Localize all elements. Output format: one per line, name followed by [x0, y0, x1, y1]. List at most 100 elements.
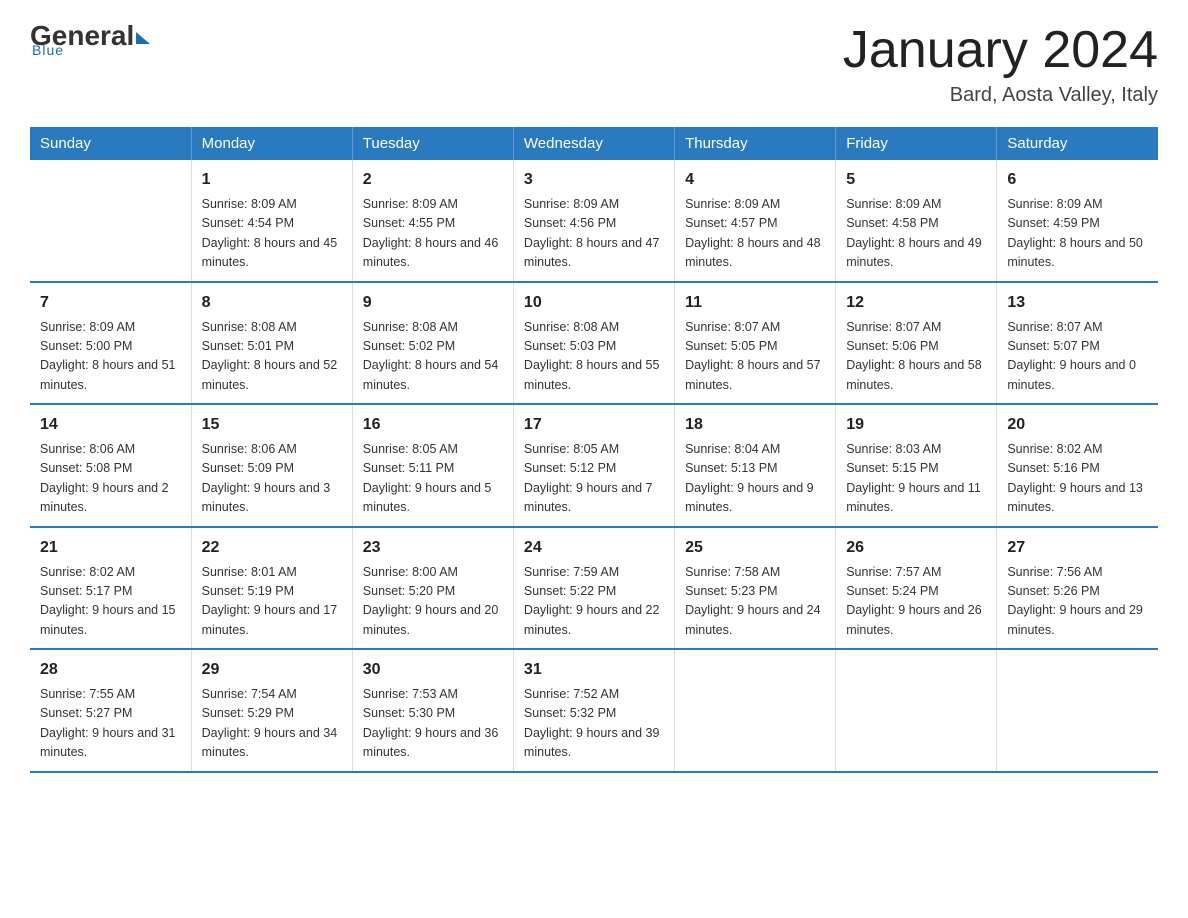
- day-info: Sunrise: 8:07 AMSunset: 5:05 PMDaylight:…: [685, 318, 825, 396]
- daylight-text: Daylight: 8 hours and 54 minutes.: [363, 356, 503, 395]
- day-number: 2: [363, 168, 503, 192]
- sunset-text: Sunset: 5:15 PM: [846, 459, 986, 478]
- sunset-text: Sunset: 5:07 PM: [1007, 337, 1148, 356]
- day-number: 12: [846, 291, 986, 315]
- calendar-header-row: Sunday Monday Tuesday Wednesday Thursday…: [30, 127, 1158, 160]
- day-number: 24: [524, 536, 664, 560]
- day-number: 6: [1007, 168, 1148, 192]
- daylight-text: Daylight: 9 hours and 22 minutes.: [524, 601, 664, 640]
- day-info: Sunrise: 8:02 AMSunset: 5:16 PMDaylight:…: [1007, 440, 1148, 518]
- sunrise-text: Sunrise: 8:01 AM: [202, 563, 342, 582]
- calendar-cell: 24 Sunrise: 7:59 AMSunset: 5:22 PMDayligh…: [513, 527, 674, 650]
- calendar-cell: 28Sunrise: 7:55 AMSunset: 5:27 PMDayligh…: [30, 649, 191, 772]
- sunset-text: Sunset: 5:24 PM: [846, 582, 986, 601]
- logo-triangle-icon: [136, 32, 150, 44]
- sunrise-text: Sunrise: 8:08 AM: [363, 318, 503, 337]
- calendar-cell: 11Sunrise: 8:07 AMSunset: 5:05 PMDayligh…: [675, 282, 836, 405]
- sunrise-text: Sunrise: 8:00 AM: [363, 563, 503, 582]
- daylight-text: Daylight: 9 hours and 31 minutes.: [40, 724, 181, 763]
- col-thursday: Thursday: [675, 127, 836, 160]
- day-info: Sunrise: 7:55 AMSunset: 5:27 PMDaylight:…: [40, 685, 181, 763]
- day-number: 30: [363, 658, 503, 682]
- sunset-text: Sunset: 5:09 PM: [202, 459, 342, 478]
- daylight-text: Daylight: 9 hours and 20 minutes.: [363, 601, 503, 640]
- day-info: Sunrise: 7:56 AMSunset: 5:26 PMDaylight:…: [1007, 563, 1148, 641]
- logo: General Blue: [30, 20, 150, 58]
- calendar-cell: 30 Sunrise: 7:53 AMSunset: 5:30 PMDayligh…: [352, 649, 513, 772]
- day-info: Sunrise: 7:54 AMSunset: 5:29 PMDaylight:…: [202, 685, 342, 763]
- sunset-text: Sunset: 5:32 PM: [524, 704, 664, 723]
- col-friday: Friday: [836, 127, 997, 160]
- calendar-week-row: 7 Sunrise: 8:09 AMSunset: 5:00 PMDaylight…: [30, 282, 1158, 405]
- sunset-text: Sunset: 4:55 PM: [363, 214, 503, 233]
- calendar-cell: 22Sunrise: 8:01 AMSunset: 5:19 PMDayligh…: [191, 527, 352, 650]
- daylight-text: Daylight: 8 hours and 50 minutes.: [1007, 234, 1148, 273]
- calendar-week-row: 14Sunrise: 8:06 AMSunset: 5:08 PMDayligh…: [30, 404, 1158, 527]
- calendar-cell: 21Sunrise: 8:02 AMSunset: 5:17 PMDayligh…: [30, 527, 191, 650]
- day-info: Sunrise: 7:58 AMSunset: 5:23 PMDaylight:…: [685, 563, 825, 641]
- sunrise-text: Sunrise: 7:58 AM: [685, 563, 825, 582]
- daylight-text: Daylight: 8 hours and 57 minutes.: [685, 356, 825, 395]
- day-number: 21: [40, 536, 181, 560]
- calendar-cell: 20 Sunrise: 8:02 AMSunset: 5:16 PMDayligh…: [997, 404, 1158, 527]
- calendar-week-row: 1Sunrise: 8:09 AMSunset: 4:54 PMDaylight…: [30, 160, 1158, 282]
- calendar-cell: 10Sunrise: 8:08 AMSunset: 5:03 PMDayligh…: [513, 282, 674, 405]
- calendar-cell: 31Sunrise: 7:52 AMSunset: 5:32 PMDayligh…: [513, 649, 674, 772]
- day-number: 3: [524, 168, 664, 192]
- daylight-text: Daylight: 8 hours and 52 minutes.: [202, 356, 342, 395]
- day-info: Sunrise: 8:06 AMSunset: 5:09 PMDaylight:…: [202, 440, 342, 518]
- day-number: 14: [40, 413, 181, 437]
- sunrise-text: Sunrise: 8:05 AM: [363, 440, 503, 459]
- sunset-text: Sunset: 5:26 PM: [1007, 582, 1148, 601]
- day-number: 16: [363, 413, 503, 437]
- day-info: Sunrise: 8:09 AMSunset: 4:54 PMDaylight:…: [202, 195, 342, 273]
- calendar-cell: 27 Sunrise: 7:56 AMSunset: 5:26 PMDayligh…: [997, 527, 1158, 650]
- sunset-text: Sunset: 5:03 PM: [524, 337, 664, 356]
- sunrise-text: Sunrise: 8:06 AM: [202, 440, 342, 459]
- day-number: 19: [846, 413, 986, 437]
- day-number: 5: [846, 168, 986, 192]
- day-number: 27: [1007, 536, 1148, 560]
- sunrise-text: Sunrise: 7:55 AM: [40, 685, 181, 704]
- day-info: Sunrise: 8:08 AMSunset: 5:01 PMDaylight:…: [202, 318, 342, 396]
- calendar-cell: 17Sunrise: 8:05 AMSunset: 5:12 PMDayligh…: [513, 404, 674, 527]
- page-header: General Blue January 2024 Bard, Aosta Va…: [30, 20, 1158, 107]
- daylight-text: Daylight: 8 hours and 58 minutes.: [846, 356, 986, 395]
- month-title: January 2024: [843, 20, 1158, 80]
- daylight-text: Daylight: 9 hours and 2 minutes.: [40, 479, 181, 518]
- calendar-table: Sunday Monday Tuesday Wednesday Thursday…: [30, 127, 1158, 773]
- sunrise-text: Sunrise: 8:09 AM: [846, 195, 986, 214]
- sunrise-text: Sunrise: 7:52 AM: [524, 685, 664, 704]
- calendar-cell: 13Sunrise: 8:07 AMSunset: 5:07 PMDayligh…: [997, 282, 1158, 405]
- day-number: 25: [685, 536, 825, 560]
- calendar-cell: 8Sunrise: 8:08 AMSunset: 5:01 PMDaylight…: [191, 282, 352, 405]
- daylight-text: Daylight: 9 hours and 11 minutes.: [846, 479, 986, 518]
- sunset-text: Sunset: 5:27 PM: [40, 704, 181, 723]
- sunset-text: Sunset: 5:01 PM: [202, 337, 342, 356]
- day-info: Sunrise: 7:59 AMSunset: 5:22 PMDaylight:…: [524, 563, 664, 641]
- day-number: 4: [685, 168, 825, 192]
- day-number: 20: [1007, 413, 1148, 437]
- sunrise-text: Sunrise: 8:05 AM: [524, 440, 664, 459]
- daylight-text: Daylight: 8 hours and 45 minutes.: [202, 234, 342, 273]
- daylight-text: Daylight: 9 hours and 3 minutes.: [202, 479, 342, 518]
- calendar-cell: [30, 160, 191, 282]
- sunset-text: Sunset: 5:30 PM: [363, 704, 503, 723]
- day-info: Sunrise: 8:07 AMSunset: 5:06 PMDaylight:…: [846, 318, 986, 396]
- title-area: January 2024 Bard, Aosta Valley, Italy: [843, 20, 1158, 107]
- day-info: Sunrise: 7:53 AMSunset: 5:30 PMDaylight:…: [363, 685, 503, 763]
- day-number: 7: [40, 291, 181, 315]
- col-sunday: Sunday: [30, 127, 191, 160]
- daylight-text: Daylight: 9 hours and 17 minutes.: [202, 601, 342, 640]
- sunrise-text: Sunrise: 8:09 AM: [685, 195, 825, 214]
- calendar-cell: 3Sunrise: 8:09 AMSunset: 4:56 PMDaylight…: [513, 160, 674, 282]
- sunset-text: Sunset: 5:12 PM: [524, 459, 664, 478]
- daylight-text: Daylight: 8 hours and 51 minutes.: [40, 356, 181, 395]
- day-info: Sunrise: 8:09 AMSunset: 5:00 PMDaylight:…: [40, 318, 181, 396]
- day-info: Sunrise: 8:08 AMSunset: 5:03 PMDaylight:…: [524, 318, 664, 396]
- calendar-cell: 26Sunrise: 7:57 AMSunset: 5:24 PMDayligh…: [836, 527, 997, 650]
- sunset-text: Sunset: 5:17 PM: [40, 582, 181, 601]
- day-info: Sunrise: 7:57 AMSunset: 5:24 PMDaylight:…: [846, 563, 986, 641]
- calendar-cell: 19Sunrise: 8:03 AMSunset: 5:15 PMDayligh…: [836, 404, 997, 527]
- sunset-text: Sunset: 4:56 PM: [524, 214, 664, 233]
